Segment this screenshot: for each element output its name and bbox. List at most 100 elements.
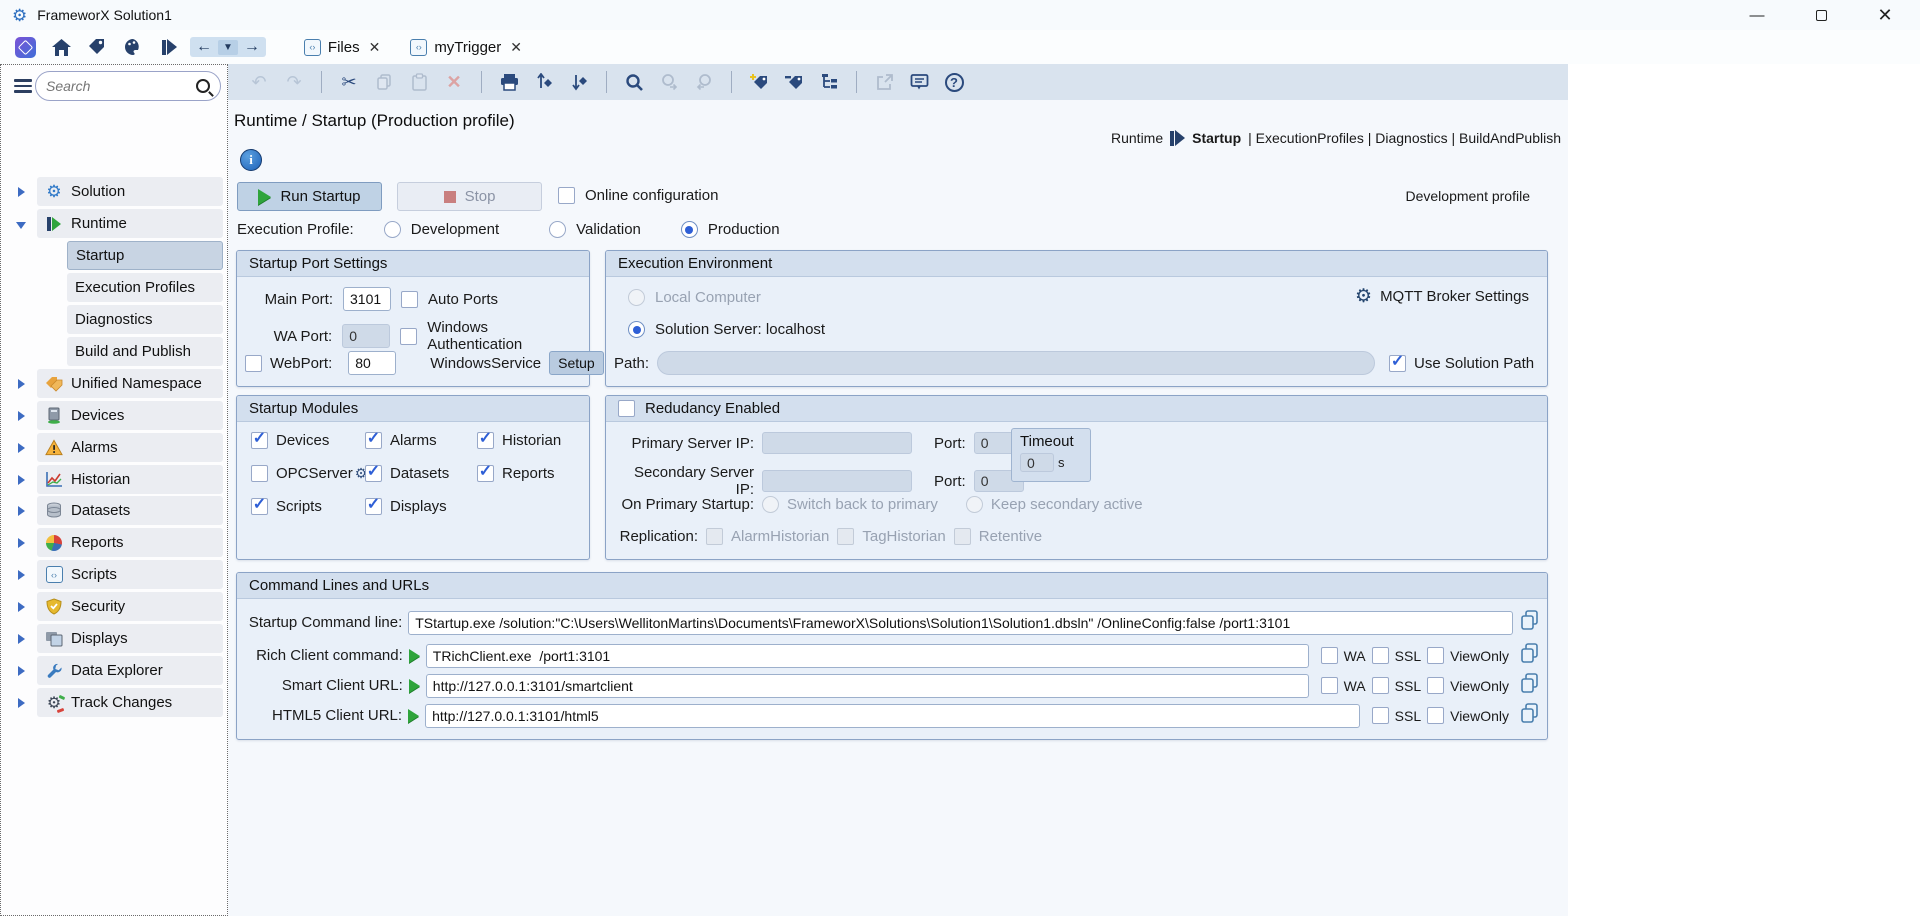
mqtt-broker-settings-link[interactable]: MQTT Broker Settings — [1380, 288, 1529, 305]
sidebar-item-security[interactable]: Security — [37, 592, 223, 621]
online-configuration-checkbox[interactable]: ✓ — [558, 187, 575, 204]
expand-icon-devices[interactable] — [18, 411, 25, 421]
html5-client-url-input[interactable] — [425, 704, 1360, 728]
radio-validation[interactable] — [549, 221, 566, 238]
tree-view-icon[interactable] — [818, 71, 840, 93]
use-solution-path-checkbox[interactable]: ✓ — [1389, 355, 1406, 372]
rich-client-viewonly-checkbox[interactable]: ✓ — [1427, 647, 1444, 664]
breadcrumb-runtime[interactable]: Runtime — [1111, 130, 1163, 146]
search-toolbar-icon[interactable] — [623, 71, 645, 93]
sidebar-item-track-changes[interactable]: ⚙ Track Changes — [37, 688, 223, 717]
minimize-button[interactable]: — — [1744, 2, 1770, 28]
sidebar-item-historian[interactable]: Historian — [37, 465, 223, 494]
webport-input[interactable] — [348, 351, 396, 375]
html5-ssl-checkbox[interactable]: ✓ — [1372, 707, 1389, 724]
find-previous-icon[interactable] — [693, 71, 715, 93]
expand-icon-solution[interactable] — [18, 187, 25, 197]
expand-icon-historian[interactable] — [18, 475, 25, 485]
add-tag-icon[interactable] — [748, 71, 770, 93]
comment-icon[interactable] — [908, 71, 930, 93]
sidebar-item-data-explorer[interactable]: Data Explorer — [37, 656, 223, 685]
windows-service-setup-button[interactable]: Setup — [549, 351, 604, 375]
auto-ports-checkbox[interactable]: ✓ — [401, 291, 418, 308]
module-datasets-checkbox[interactable]: ✓ — [365, 465, 382, 482]
copy-smart-client-icon[interactable] — [1519, 672, 1541, 699]
smart-client-ssl-checkbox[interactable]: ✓ — [1372, 677, 1389, 694]
sort-tag-down-icon[interactable] — [568, 71, 590, 93]
find-next-icon[interactable] — [658, 71, 680, 93]
webport-checkbox[interactable]: ✓ — [245, 355, 262, 372]
breadcrumb-other-pages[interactable]: | ExecutionProfiles | Diagnostics | Buil… — [1248, 130, 1561, 146]
sidebar-item-reports[interactable]: Reports — [37, 528, 223, 557]
forward-arrow-icon[interactable]: → — [240, 38, 264, 56]
sidebar-item-unified-namespace[interactable]: Unified Namespace — [37, 369, 223, 398]
rich-client-ssl-checkbox[interactable]: ✓ — [1372, 647, 1389, 664]
delete-icon[interactable]: ✕ — [443, 71, 465, 93]
run-smart-client-icon[interactable] — [409, 679, 420, 693]
sidebar-item-runtime[interactable]: Runtime — [37, 209, 223, 238]
runtime-play-icon[interactable] — [158, 36, 180, 58]
cut-icon[interactable]: ✂ — [338, 71, 360, 93]
sidebar-item-displays[interactable]: Displays — [37, 624, 223, 653]
expand-icon-track-changes[interactable] — [18, 698, 25, 708]
radio-production[interactable] — [681, 221, 698, 238]
expand-icon-unified-namespace[interactable] — [18, 379, 25, 389]
smart-client-url-input[interactable] — [426, 674, 1309, 698]
paste-icon[interactable] — [408, 71, 430, 93]
module-historian-checkbox[interactable]: ✓ — [477, 432, 494, 449]
radio-development[interactable] — [384, 221, 401, 238]
module-displays-checkbox[interactable]: ✓ — [365, 498, 382, 515]
copy-rich-client-icon[interactable] — [1519, 642, 1541, 669]
tab-mytrigger[interactable]: ‹› myTrigger ✕ — [400, 35, 532, 60]
expand-icon-data-explorer[interactable] — [18, 666, 25, 676]
module-alarms-checkbox[interactable]: ✓ — [365, 432, 382, 449]
sidebar-item-build-and-publish[interactable]: Build and Publish — [67, 337, 223, 366]
tab-mytrigger-close-icon[interactable]: ✕ — [510, 39, 522, 56]
module-devices-checkbox[interactable]: ✓ — [251, 432, 268, 449]
stop-button[interactable]: Stop — [397, 182, 542, 211]
copy-icon[interactable] — [373, 71, 395, 93]
open-external-icon[interactable] — [873, 71, 895, 93]
copy-html5-client-icon[interactable] — [1519, 702, 1541, 729]
expand-icon-scripts[interactable] — [18, 570, 25, 580]
windows-authentication-checkbox[interactable]: ✓ — [400, 328, 417, 345]
module-scripts-checkbox[interactable]: ✓ — [251, 498, 268, 515]
tab-files-close-icon[interactable]: ✕ — [369, 39, 381, 56]
module-opcserver-checkbox[interactable]: ✓ — [251, 465, 268, 482]
run-rich-client-icon[interactable] — [409, 649, 420, 663]
run-startup-button[interactable]: Run Startup — [237, 182, 382, 211]
palette-icon[interactable] — [122, 36, 144, 58]
html5-viewonly-checkbox[interactable]: ✓ — [1427, 707, 1444, 724]
tag-icon[interactable] — [86, 36, 108, 58]
search-input[interactable] — [46, 78, 196, 94]
maximize-button[interactable] — [1808, 2, 1834, 28]
print-icon[interactable] — [498, 71, 520, 93]
rich-client-command-input[interactable] — [426, 644, 1309, 668]
module-reports-checkbox[interactable]: ✓ — [477, 465, 494, 482]
main-port-input[interactable] — [343, 287, 391, 311]
back-arrow-icon[interactable]: ← — [192, 38, 216, 56]
help-icon[interactable]: ? — [943, 71, 965, 93]
tab-files[interactable]: ‹› Files ✕ — [294, 35, 390, 60]
radio-solution-server[interactable] — [628, 321, 645, 338]
menu-hamburger-icon[interactable] — [14, 79, 32, 93]
sidebar-item-alarms[interactable]: Alarms — [37, 433, 223, 462]
collapse-icon-runtime[interactable] — [16, 222, 26, 229]
redo-icon[interactable]: ↷ — [283, 71, 305, 93]
redundancy-enabled-checkbox[interactable]: ✓ — [618, 400, 635, 417]
sidebar-item-datasets[interactable]: Datasets — [37, 496, 223, 525]
search-icon[interactable] — [196, 79, 210, 93]
copy-startup-command-icon[interactable] — [1519, 609, 1541, 636]
expand-icon-security[interactable] — [18, 602, 25, 612]
sidebar-item-solution[interactable]: ⚙ Solution — [37, 177, 223, 206]
expand-icon-reports[interactable] — [18, 538, 25, 548]
undo-icon[interactable]: ↶ — [248, 71, 270, 93]
sidebar-item-scripts[interactable]: ‹› Scripts — [37, 560, 223, 589]
edit-tag-icon[interactable] — [783, 71, 805, 93]
solution-cube-logo-icon[interactable] — [14, 36, 36, 58]
history-dropdown-icon[interactable]: ▼ — [218, 40, 238, 55]
expand-icon-displays[interactable] — [18, 634, 25, 644]
home-icon[interactable] — [50, 36, 72, 58]
sidebar-item-execution-profiles[interactable]: Execution Profiles — [67, 273, 223, 302]
rich-client-wa-checkbox[interactable]: ✓ — [1321, 647, 1338, 664]
